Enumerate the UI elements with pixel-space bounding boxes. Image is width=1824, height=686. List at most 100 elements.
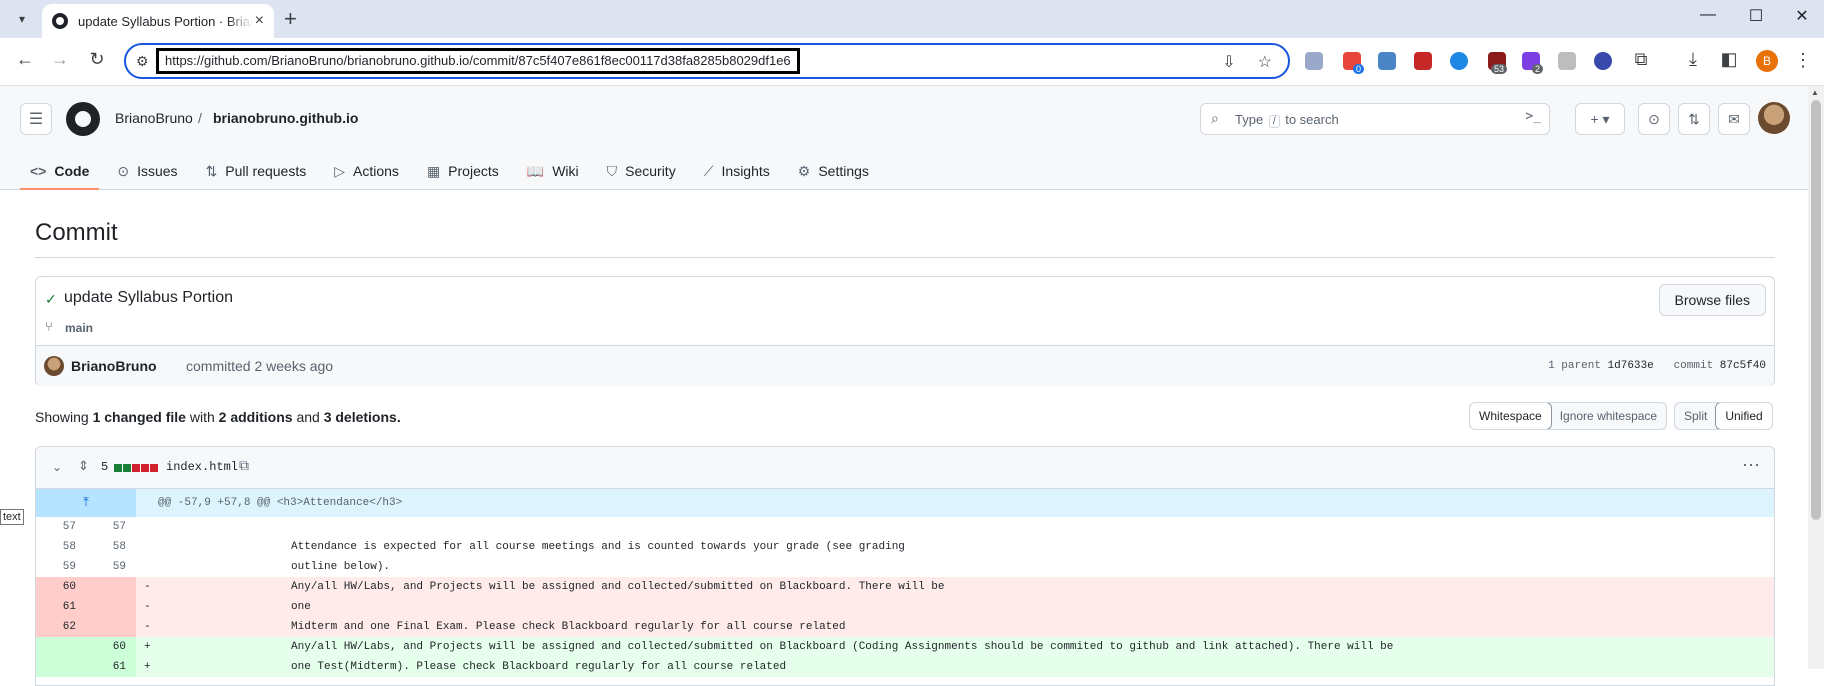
scrollbar-thumb[interactable] bbox=[1811, 100, 1821, 520]
extension-9-icon[interactable] bbox=[1594, 52, 1612, 70]
old-line-number[interactable] bbox=[36, 637, 86, 657]
change-count: 5 bbox=[101, 460, 109, 474]
tab-code[interactable]: <> Code bbox=[20, 152, 100, 190]
bookmark-star-icon[interactable]: ☆ bbox=[1258, 52, 1272, 72]
old-line-number[interactable] bbox=[36, 657, 86, 677]
old-line-number[interactable]: 57 bbox=[36, 517, 86, 537]
old-line-number[interactable]: 61 bbox=[36, 597, 86, 617]
new-line-number[interactable] bbox=[86, 597, 136, 617]
split-view-button[interactable]: Split bbox=[1675, 403, 1716, 429]
expand-all-icon[interactable]: ⇕ bbox=[78, 458, 89, 474]
extension-1-icon[interactable] bbox=[1305, 52, 1323, 70]
tab-issues[interactable]: ⊙ Issues bbox=[107, 152, 187, 190]
deleted-line: 60 - Any/all HW/Labs, and Projects will be… bbox=[36, 577, 1774, 597]
old-line-number[interactable]: 62 bbox=[36, 617, 86, 637]
diff-sign: + bbox=[144, 661, 151, 673]
inbox-icon[interactable]: ✉ bbox=[1718, 103, 1750, 135]
page-scrollbar[interactable]: ▲ bbox=[1808, 86, 1824, 669]
new-line-number[interactable]: 60 bbox=[86, 637, 136, 657]
tab-pull-requests[interactable]: ⇅ Pull requests bbox=[196, 152, 317, 190]
more-options-icon[interactable]: ⋯ bbox=[1742, 455, 1760, 476]
new-line-number[interactable] bbox=[86, 617, 136, 637]
search-input[interactable]: ⌕ Type / to search >_ bbox=[1200, 103, 1550, 135]
tab-security[interactable]: ⛉ Security bbox=[597, 152, 686, 190]
browser-tab[interactable]: update Syllabus Portion · BrianoBruno/br… bbox=[42, 4, 274, 38]
deleted-line: 62 - Midterm and one Final Exam. Please ch… bbox=[36, 617, 1774, 637]
scroll-up-icon[interactable]: ▲ bbox=[1811, 88, 1819, 97]
tab-settings[interactable]: ⚙ Settings bbox=[788, 152, 879, 190]
new-line-number[interactable]: 59 bbox=[86, 557, 136, 577]
author-avatar[interactable] bbox=[44, 356, 64, 376]
extension-5-icon[interactable] bbox=[1450, 52, 1468, 70]
file-name[interactable]: index.html bbox=[166, 460, 238, 474]
new-tab-button[interactable]: + bbox=[284, 6, 297, 32]
context-line: 59 59 outline below). bbox=[36, 557, 1774, 577]
breadcrumb-repo[interactable]: brianobruno.github.io bbox=[213, 110, 358, 126]
branch-name[interactable]: main bbox=[65, 321, 93, 335]
tooltip: text bbox=[0, 509, 24, 525]
added-line: 61 + one Test(Midterm). Please check Black… bbox=[36, 657, 1774, 677]
extension-8-icon[interactable] bbox=[1558, 52, 1576, 70]
collapse-chevron-icon[interactable]: ⌄ bbox=[52, 460, 62, 474]
old-line-number[interactable]: 60 bbox=[36, 577, 86, 597]
site-info-icon[interactable]: ⚙ bbox=[136, 53, 149, 70]
github-logo-icon[interactable] bbox=[66, 102, 100, 136]
diff-view-toggle: Split Unified bbox=[1674, 402, 1773, 430]
new-line-number[interactable] bbox=[86, 577, 136, 597]
tab-projects[interactable]: ▦ Projects bbox=[417, 152, 509, 190]
tab-search-chevron-icon[interactable]: ▾ bbox=[8, 8, 36, 30]
browse-files-button[interactable]: Browse files bbox=[1658, 284, 1766, 316]
additions-count: 2 additions bbox=[218, 409, 293, 425]
commit-hashes: 1 parent 1d7633e commit 87c5f40 bbox=[1548, 360, 1766, 372]
back-arrow-icon[interactable]: ← bbox=[12, 49, 38, 70]
command-palette-icon[interactable]: >_ bbox=[1525, 109, 1541, 124]
create-new-button[interactable]: + ▾ bbox=[1575, 103, 1625, 135]
tab-actions[interactable]: ▷ Actions bbox=[324, 152, 409, 190]
branch-icon: ⑂ bbox=[45, 319, 53, 334]
new-line-number[interactable]: 58 bbox=[86, 537, 136, 557]
install-app-icon[interactable]: ⇩ bbox=[1222, 52, 1235, 72]
check-icon[interactable]: ✓ bbox=[45, 291, 57, 308]
extension-3-icon[interactable] bbox=[1378, 52, 1396, 70]
extension-6-badge: 53 bbox=[1491, 64, 1508, 74]
old-line-number[interactable]: 59 bbox=[36, 557, 86, 577]
url-text[interactable]: https://github.com/BrianoBruno/brianobru… bbox=[156, 48, 800, 74]
issues-icon[interactable]: ⊙ bbox=[1638, 103, 1670, 135]
old-line-number[interactable]: 58 bbox=[36, 537, 86, 557]
user-avatar[interactable] bbox=[1758, 102, 1790, 134]
copy-path-icon[interactable]: ⧉ bbox=[239, 457, 249, 474]
hamburger-menu-icon[interactable]: ☰ bbox=[20, 103, 52, 135]
ignore-whitespace-button[interactable]: Ignore whitespace bbox=[1551, 403, 1666, 429]
extensions-puzzle-icon[interactable]: ⧉ bbox=[1628, 49, 1654, 70]
profile-avatar[interactable]: B bbox=[1756, 50, 1778, 72]
close-tab-icon[interactable]: × bbox=[255, 12, 264, 30]
deleted-line: 61 - one bbox=[36, 597, 1774, 617]
commit-author[interactable]: BrianoBruno bbox=[71, 358, 157, 374]
pull-requests-icon[interactable]: ⇅ bbox=[1678, 103, 1710, 135]
chrome-menu-icon[interactable]: ⋮ bbox=[1794, 50, 1812, 71]
new-line-number[interactable]: 61 bbox=[86, 657, 136, 677]
parent-hash-link[interactable]: 1d7633e bbox=[1608, 360, 1654, 372]
forward-arrow-icon[interactable]: → bbox=[47, 49, 73, 70]
tab-wiki[interactable]: 📖 Wiki bbox=[517, 152, 589, 190]
expand-up-icon[interactable]: ⤒ bbox=[36, 489, 136, 517]
side-panel-icon[interactable]: ◧ bbox=[1716, 49, 1742, 70]
browser-tab-strip: ▾ update Syllabus Portion · BrianoBruno/… bbox=[0, 0, 1824, 38]
extension-4-icon[interactable] bbox=[1414, 52, 1432, 70]
downloads-icon[interactable]: ⤓ bbox=[1680, 49, 1706, 70]
new-line-number[interactable]: 57 bbox=[86, 517, 136, 537]
context-line: 58 58 Attendance is expected for all cours… bbox=[36, 537, 1774, 557]
maximize-window-icon[interactable]: ☐ bbox=[1736, 6, 1776, 26]
added-line: 60 + Any/all HW/Labs, and Projects will be… bbox=[36, 637, 1774, 657]
extension-2-badge: 0 bbox=[1353, 64, 1365, 74]
table-icon: ▦ bbox=[426, 162, 441, 179]
breadcrumb-owner[interactable]: BrianoBruno bbox=[115, 110, 193, 126]
tab-insights[interactable]: ⟋ Insights bbox=[694, 152, 780, 190]
reload-icon[interactable]: ↻ bbox=[84, 49, 110, 70]
whitespace-button[interactable]: Whitespace bbox=[1470, 403, 1552, 429]
unified-view-button[interactable]: Unified bbox=[1715, 403, 1772, 429]
close-window-icon[interactable]: ✕ bbox=[1782, 6, 1822, 26]
minimize-window-icon[interactable]: — bbox=[1688, 6, 1728, 24]
address-bar[interactable]: ⚙ https://github.com/BrianoBruno/brianob… bbox=[124, 43, 1290, 79]
file-diff-header: ⌄ ⇕ 5 index.html ⧉ ⋯ bbox=[36, 447, 1774, 489]
